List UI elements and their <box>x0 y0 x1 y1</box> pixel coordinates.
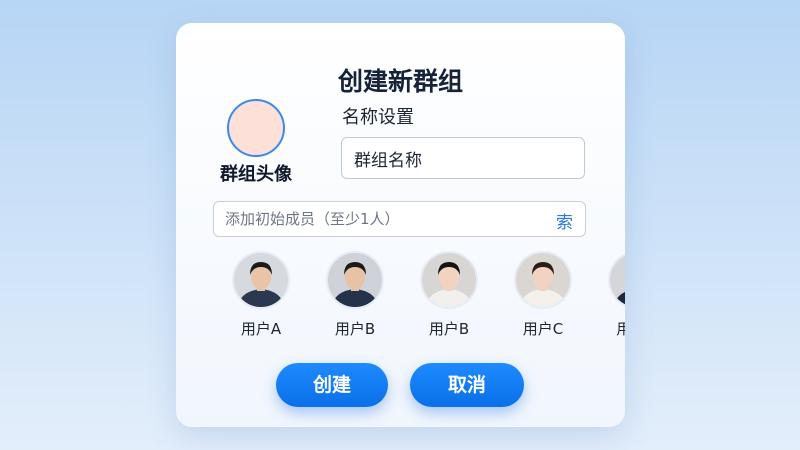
group-avatar-picker[interactable] <box>227 99 285 157</box>
member-name: 用户B <box>334 320 376 338</box>
create-group-dialog: 创建新群组 群组头像 名称设置 索 用户A 用户B 用户B 用户C 用户D 创建 取消 <box>176 23 625 427</box>
member-avatar-icon <box>326 251 384 309</box>
member-item[interactable]: 用户C <box>512 251 574 339</box>
create-button[interactable]: 创建 <box>276 363 388 407</box>
member-avatar-icon <box>608 251 625 309</box>
group-avatar-label: 群组头像 <box>220 164 292 185</box>
member-avatar-icon <box>420 251 478 309</box>
member-item[interactable]: 用户D <box>606 251 625 339</box>
member-name: 用户C <box>522 320 564 338</box>
dialog-title: 创建新群组 <box>337 67 463 96</box>
member-item[interactable]: 用户B <box>418 251 480 339</box>
name-settings-label: 名称设置 <box>342 107 414 128</box>
member-name: 用户B <box>428 320 470 338</box>
member-item[interactable]: 用户B <box>324 251 386 339</box>
group-name-input[interactable] <box>341 137 585 179</box>
member-name: 用户A <box>240 320 282 338</box>
member-avatar-icon <box>232 251 290 309</box>
member-list: 用户A 用户B 用户B 用户C 用户D <box>230 251 625 341</box>
member-name: 用户D <box>616 320 625 338</box>
member-search-input[interactable] <box>214 202 534 236</box>
search-button[interactable]: 索 <box>556 208 573 233</box>
member-item[interactable]: 用户A <box>230 251 292 339</box>
member-avatar-icon <box>514 251 572 309</box>
member-search-bar: 索 <box>213 201 586 237</box>
cancel-button[interactable]: 取消 <box>410 363 524 407</box>
